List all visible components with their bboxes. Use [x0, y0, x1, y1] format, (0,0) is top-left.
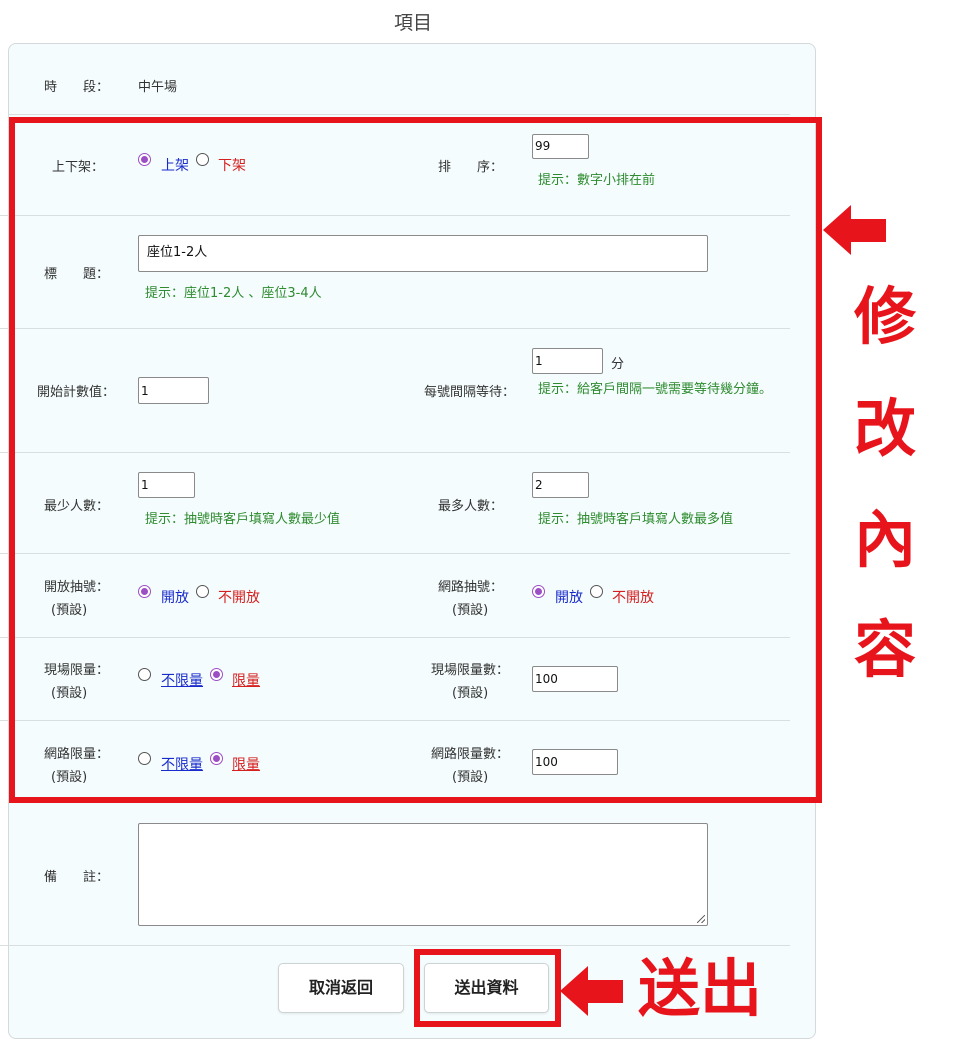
annotation-char: 容: [853, 613, 916, 686]
cancel-button[interactable]: 取消返回: [278, 963, 404, 1013]
resize-handle-icon[interactable]: [697, 915, 705, 923]
remarks-textarea[interactable]: [138, 823, 708, 926]
period-value: 中午場: [138, 80, 178, 95]
period-label: 時 段：: [44, 80, 110, 95]
row-divider: [0, 945, 790, 946]
annotation-char: 改: [853, 392, 916, 465]
left-arrow-icon: [823, 205, 886, 255]
submit-highlight: [414, 949, 561, 1027]
submit-annotation: 送出: [638, 952, 763, 1025]
annotation-char: 修: [853, 280, 916, 353]
page-title: 項目: [393, 12, 432, 34]
row-divider: [8, 114, 790, 115]
edit-area-highlight: [9, 117, 822, 803]
remarks-label: 備 註：: [44, 870, 110, 885]
left-arrow-icon: [560, 966, 623, 1016]
annotation-char: 內: [853, 503, 916, 576]
